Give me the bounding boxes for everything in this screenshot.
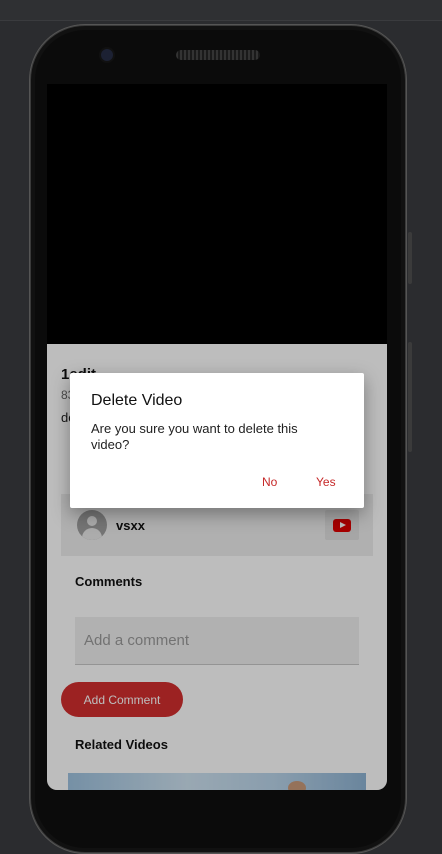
delete-video-dialog: Delete Video Are you sure you want to de… [70,373,364,508]
dialog-title: Delete Video [91,392,183,409]
front-camera-icon [101,49,113,61]
power-button [408,342,412,452]
dialog-message: Are you sure you want to delete this vid… [91,421,298,452]
yes-button[interactable]: Yes [316,475,336,489]
volume-button [408,232,412,284]
top-strip [0,0,442,21]
no-button[interactable]: No [262,475,277,489]
earpiece-speaker [176,50,260,60]
app-screen: 1edit 83 de vsxx Comments Add Comment Re… [47,84,387,790]
